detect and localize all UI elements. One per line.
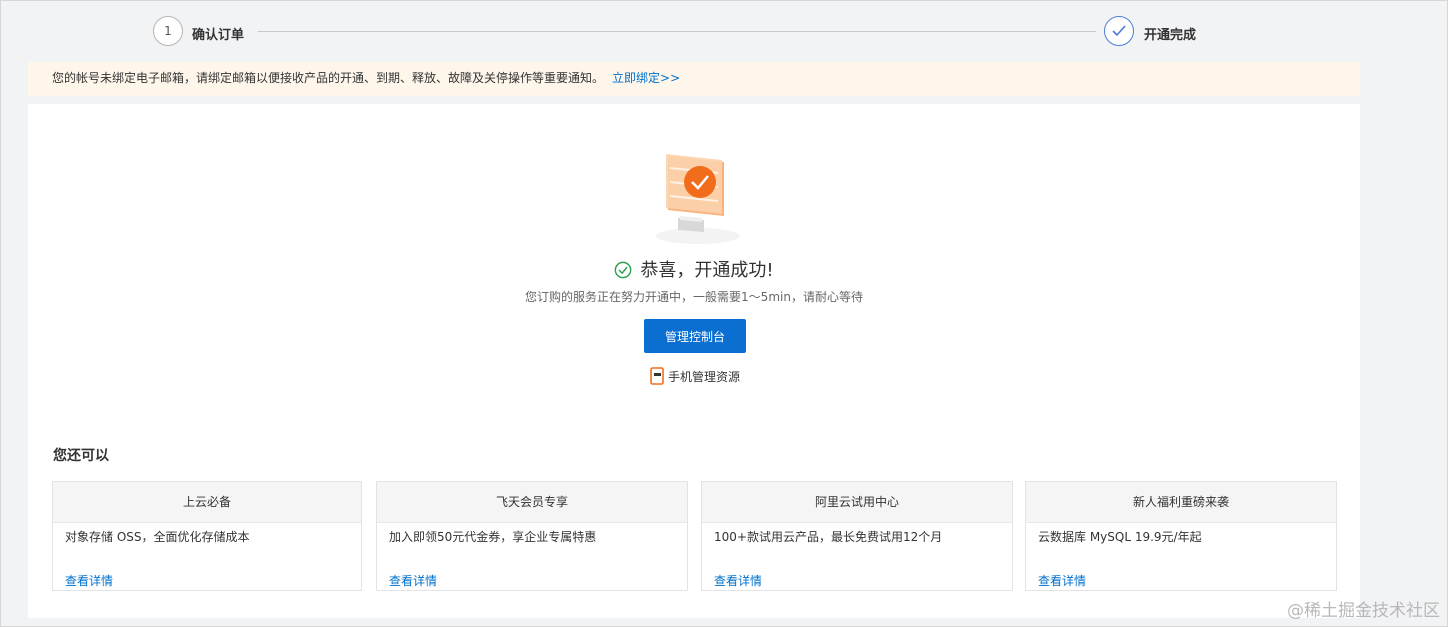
- mobile-manage-link[interactable]: 手机管理资源: [650, 367, 740, 385]
- card-title: 新人福利重磅来袭: [1026, 482, 1336, 523]
- card-title: 上云必备: [53, 482, 361, 523]
- success-title-row: 恭喜，开通成功!: [28, 256, 1360, 282]
- card-trial-center: 阿里云试用中心 100+款试用云产品，最长免费试用12个月 查看详情: [701, 481, 1013, 591]
- mobile-app-icon: [650, 367, 664, 385]
- view-details-link[interactable]: 查看详情: [1038, 572, 1086, 589]
- card-title: 阿里云试用中心: [702, 482, 1012, 523]
- step-1-circle: 1: [153, 16, 183, 46]
- result-panel: 恭喜，开通成功! 您订购的服务正在努力开通中，一般需要1～5min，请耐心等待 …: [28, 104, 1360, 618]
- view-details-link[interactable]: 查看详情: [714, 572, 762, 589]
- view-details-link[interactable]: 查看详情: [389, 572, 437, 589]
- step-1-label: 确认订单: [192, 28, 245, 43]
- success-title: 恭喜，开通成功!: [640, 260, 774, 281]
- step-connector: [258, 31, 1096, 32]
- checkmark-icon: [1112, 25, 1126, 37]
- success-check-icon: [615, 261, 632, 279]
- card-desc: 加入即领50元代金券，享企业专属特惠: [389, 530, 597, 544]
- more-section-title: 您还可以: [53, 448, 109, 464]
- email-binding-notice: 您的帐号未绑定电子邮箱，请绑定邮箱以便接收产品的开通、到期、释放、故障及关停操作…: [28, 62, 1360, 96]
- success-subtitle: 您订购的服务正在努力开通中，一般需要1～5min，请耐心等待: [525, 290, 863, 304]
- card-desc: 100+款试用云产品，最长免费试用12个月: [714, 530, 943, 544]
- step-1-number: 1: [164, 24, 172, 38]
- notice-text: 您的帐号未绑定电子邮箱，请绑定邮箱以便接收产品的开通、到期、释放、故障及关停操作…: [52, 71, 605, 85]
- success-illustration-icon: [656, 154, 740, 244]
- card-title: 飞天会员专享: [377, 482, 687, 523]
- card-member-exclusive: 飞天会员专享 加入即领50元代金券，享企业专属特惠 查看详情: [376, 481, 688, 591]
- mobile-manage-label: 手机管理资源: [668, 369, 741, 384]
- step-2-circle: [1104, 16, 1134, 46]
- watermark: @稀土掘金技术社区: [1287, 601, 1440, 621]
- card-desc: 云数据库 MySQL 19.9元/年起: [1038, 530, 1202, 544]
- console-button[interactable]: 管理控制台: [644, 319, 746, 353]
- step-2-label: 开通完成: [1144, 28, 1197, 43]
- view-details-link[interactable]: 查看详情: [65, 572, 113, 589]
- card-desc: 对象存储 OSS，全面优化存储成本: [65, 530, 250, 544]
- card-cloud-essentials: 上云必备 对象存储 OSS，全面优化存储成本 查看详情: [52, 481, 362, 591]
- order-steps: 1 确认订单 开通完成: [0, 0, 1448, 62]
- card-new-user-benefits: 新人福利重磅来袭 云数据库 MySQL 19.9元/年起 查看详情: [1025, 481, 1337, 591]
- bind-email-link[interactable]: 立即绑定>>: [612, 71, 680, 85]
